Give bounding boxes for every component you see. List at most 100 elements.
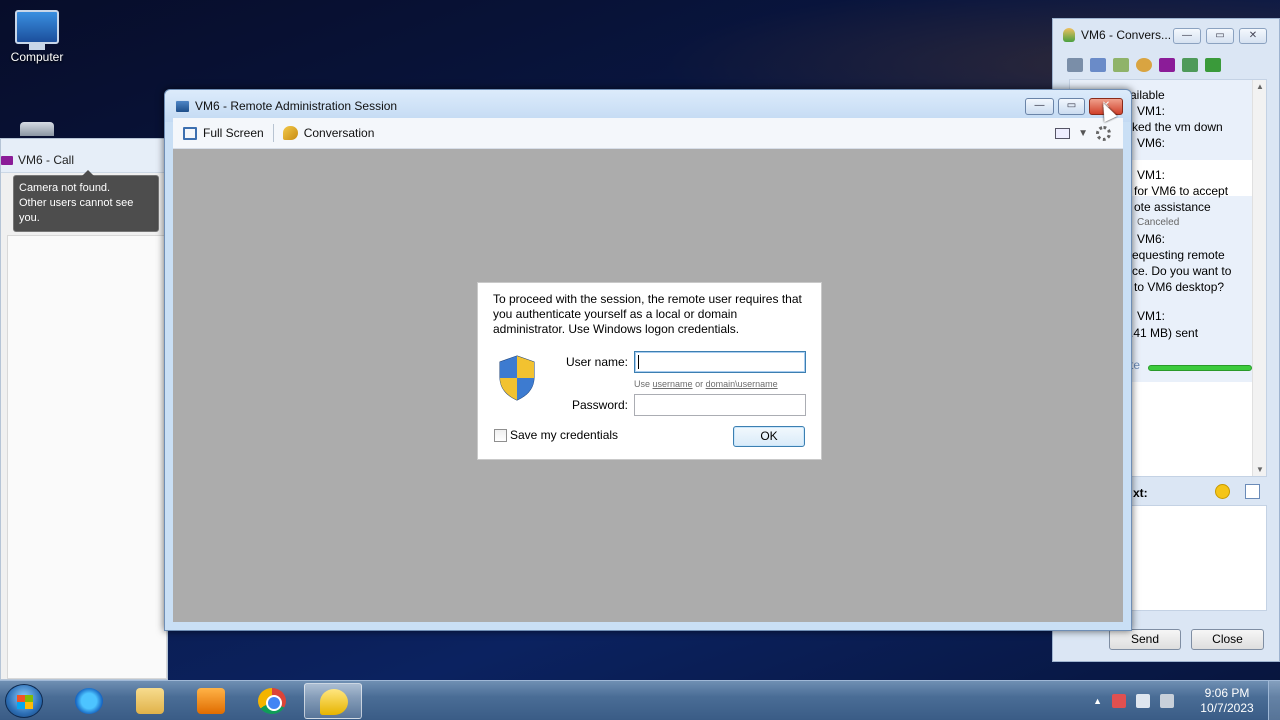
conversation-icon [282,126,298,140]
share-icon[interactable] [1113,58,1129,72]
history-scrollbar[interactable]: ▲ ▼ [1252,80,1266,476]
taskbar-app-ie[interactable] [60,683,118,719]
save-credentials-checkbox[interactable] [494,429,507,442]
history-line: .41 MB) sent [1130,326,1199,340]
history-sender: VM1: [1137,309,1166,323]
input-label: xt: [1133,486,1148,500]
remote-desktop-area: To proceed with the session, the remote … [173,149,1123,622]
send-button[interactable]: Send [1109,629,1181,650]
media-player-icon [197,688,225,714]
present-icon[interactable] [1067,58,1083,72]
history-sender: VM1: [1137,168,1166,182]
taskbar-app-media[interactable] [182,683,240,719]
minimize-button[interactable]: — [1025,98,1054,115]
full-screen-icon [183,126,197,140]
meeting-icon[interactable] [1136,58,1152,72]
hint-username: username [652,379,693,389]
video-camera-icon [1,155,13,165]
taskbar-app-explorer[interactable] [121,683,179,719]
hint-domain-username: domain\username [705,379,778,389]
toolbar-divider [272,124,274,142]
message-input[interactable] [1129,505,1267,611]
full-screen-button[interactable]: Full Screen [183,126,264,140]
remote-admin-title: VM6 - Remote Administration Session [195,99,398,113]
network-icon[interactable] [1136,694,1150,708]
auth-message: To proceed with the session, the remote … [493,292,802,336]
maximize-button[interactable]: ▭ [1206,28,1234,44]
show-desktop-button[interactable] [1268,681,1280,720]
maximize-button[interactable]: ▭ [1058,98,1085,115]
password-label: Password: [571,398,628,412]
recycle-bin-icon [20,122,54,136]
add-people-icon[interactable] [1182,58,1198,72]
history-line: for VM6 to accept [1134,184,1229,198]
history-sender: VM6: [1137,232,1166,246]
scroll-down-icon[interactable]: ▼ [1256,465,1264,474]
history-sender: VM6: [1137,136,1166,150]
windows-logo-icon [17,695,33,709]
contact-icon [1063,28,1075,42]
start-button[interactable] [5,684,43,718]
exit-icon[interactable] [1205,58,1221,72]
remote-admin-app-icon [175,99,190,113]
taskbar-app-lync[interactable] [304,683,362,719]
show-hidden-icons-icon[interactable]: ▲ [1093,696,1102,706]
history-line: equesting remote [1132,248,1225,262]
history-sender: VM1: [1137,104,1166,118]
tooltip-line: Camera not found. [19,182,111,194]
file-transfer-progress-bar [1148,365,1252,371]
username-field[interactable] [634,351,806,373]
desktop-icon-computer[interactable]: Computer [2,10,72,64]
emoticon-icon[interactable] [1215,484,1230,499]
display-icon[interactable] [1055,128,1071,139]
password-field[interactable] [634,394,806,416]
system-tray: ▲ 9:06 PM 10/7/2023 [1093,681,1280,720]
taskbar-app-chrome[interactable] [243,683,301,719]
clock[interactable]: 9:06 PM 10/7/2023 [1192,686,1262,716]
chevron-down-icon[interactable]: ▼ [1078,128,1088,139]
username-hint: Use username or domain\username [634,379,778,389]
conversation-toolbar [1053,51,1279,79]
remote-admin-window: VM6 - Remote Administration Session — ▭ … [164,89,1132,631]
tooltip-line: Other users cannot see you. [19,197,134,224]
conversation-label: Conversation [303,126,375,140]
close-conversation-button[interactable]: Close [1191,629,1264,650]
volume-icon[interactable] [1160,694,1174,708]
gear-icon[interactable] [1096,126,1111,141]
internet-explorer-icon [75,688,103,714]
text-caret [638,355,639,369]
chrome-icon [258,688,286,714]
call-window-title: VM6 - Call [18,153,75,167]
history-line: ailable [1130,88,1165,102]
username-label: User name: [565,355,628,369]
close-button[interactable]: ✕ [1239,28,1267,44]
clock-time: 9:06 PM [1204,686,1250,700]
desktop-icon-label: Computer [10,50,64,64]
desktop-icon-recycle-bin[interactable] [2,122,72,136]
call-video-area [7,235,167,679]
hint-or: or [695,379,704,389]
history-line: ce. Do you want to [1132,264,1232,278]
action-center-icon[interactable] [1112,694,1126,708]
folder-icon [136,688,164,714]
save-credentials-label[interactable]: Save my credentials [510,428,618,442]
history-line: ked the vm down [1132,120,1223,134]
camera-tooltip: Camera not found. Other users cannot see… [13,170,159,232]
conversation-button[interactable]: Conversation [282,126,375,140]
history-line: ote assistance [1134,200,1211,214]
scroll-up-icon[interactable]: ▲ [1256,82,1264,91]
history-status: Canceled [1137,217,1180,228]
clock-date: 10/7/2023 [1200,701,1254,715]
font-options-icon[interactable] [1245,484,1260,499]
ok-button[interactable]: OK [733,426,805,447]
call-window: VM6 - Call Camera not found. Other users… [0,138,168,680]
toolbar-right-group: ▼ [1055,126,1111,141]
video-icon[interactable] [1159,58,1175,72]
minimize-button[interactable]: — [1173,28,1201,44]
conversation-title: VM6 - Convers... [1081,28,1172,42]
lync-icon [320,689,348,715]
remote-admin-toolbar: Full Screen Conversation ▼ [173,118,1123,149]
taskbar: ▲ 9:06 PM 10/7/2023 [0,680,1280,720]
im-icon[interactable] [1090,58,1106,72]
call-window-title-bar[interactable]: VM6 - Call [1,139,167,173]
